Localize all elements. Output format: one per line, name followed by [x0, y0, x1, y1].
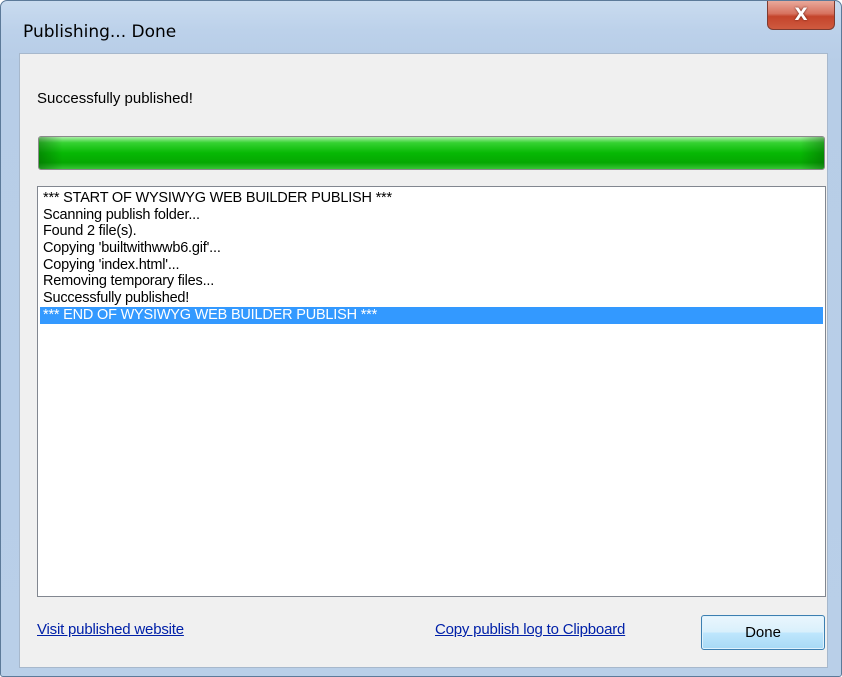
- visit-published-website-link[interactable]: Visit published website: [37, 621, 184, 638]
- done-button[interactable]: Done: [701, 615, 825, 650]
- status-message: Successfully published!: [37, 90, 193, 107]
- log-line[interactable]: *** START OF WYSIWYG WEB BUILDER PUBLISH…: [40, 190, 823, 207]
- progress-bar: [38, 136, 825, 170]
- dialog-client-area: Successfully published! *** START OF WYS…: [19, 53, 828, 668]
- progress-bar-fill: [39, 137, 824, 169]
- window-title: Publishing... Done: [23, 22, 177, 42]
- log-line[interactable]: Removing temporary files...: [40, 273, 823, 290]
- copy-log-to-clipboard-link[interactable]: Copy publish log to Clipboard: [435, 621, 625, 638]
- title-bar[interactable]: Publishing... Done X: [1, 1, 841, 43]
- log-line[interactable]: Scanning publish folder...: [40, 207, 823, 224]
- log-line[interactable]: Found 2 file(s).: [40, 223, 823, 240]
- log-line[interactable]: Successfully published!: [40, 290, 823, 307]
- log-line[interactable]: Copying 'index.html'...: [40, 257, 823, 274]
- publish-dialog-window: Publishing... Done X Successfully publis…: [0, 0, 842, 677]
- log-line-selected[interactable]: *** END OF WYSIWYG WEB BUILDER PUBLISH *…: [40, 306, 823, 324]
- close-icon: X: [794, 5, 808, 25]
- close-button[interactable]: X: [767, 1, 835, 30]
- publish-log-list[interactable]: *** START OF WYSIWYG WEB BUILDER PUBLISH…: [37, 186, 826, 597]
- log-line[interactable]: Copying 'builtwithwwb6.gif'...: [40, 240, 823, 257]
